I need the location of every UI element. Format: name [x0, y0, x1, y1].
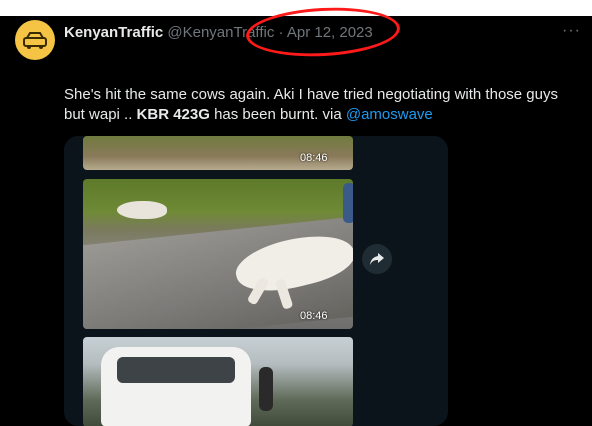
tweet-text-line1: She's hit the same cows again. Aki I hav…	[64, 86, 558, 103]
car-windshield	[117, 357, 235, 383]
mention-link[interactable]: @amoswave	[346, 106, 433, 123]
timestamp-1: 08:46	[300, 152, 328, 164]
share-arrow-icon[interactable]	[362, 244, 392, 274]
tweet-text-post-bold: has been burnt. via	[209, 106, 346, 123]
person-figure	[343, 183, 353, 223]
tweet-text-pre-bold: but wapi ..	[64, 106, 137, 123]
bystander-figure	[259, 367, 273, 411]
tweet-text: She's hit the same cows again. Aki I hav…	[64, 85, 574, 125]
more-options-icon[interactable]: ···	[562, 22, 581, 40]
car-icon	[23, 32, 47, 49]
timestamp-2: 08:46	[300, 310, 328, 322]
photo-cows-on-road[interactable]	[83, 179, 353, 329]
cow-distant	[117, 201, 167, 219]
avatar[interactable]	[15, 20, 55, 60]
media-attachment[interactable]: 08:46 08:46	[64, 136, 448, 426]
plate-number: KBR 423G	[136, 106, 210, 123]
author-name[interactable]: KenyanTraffic	[64, 24, 163, 41]
